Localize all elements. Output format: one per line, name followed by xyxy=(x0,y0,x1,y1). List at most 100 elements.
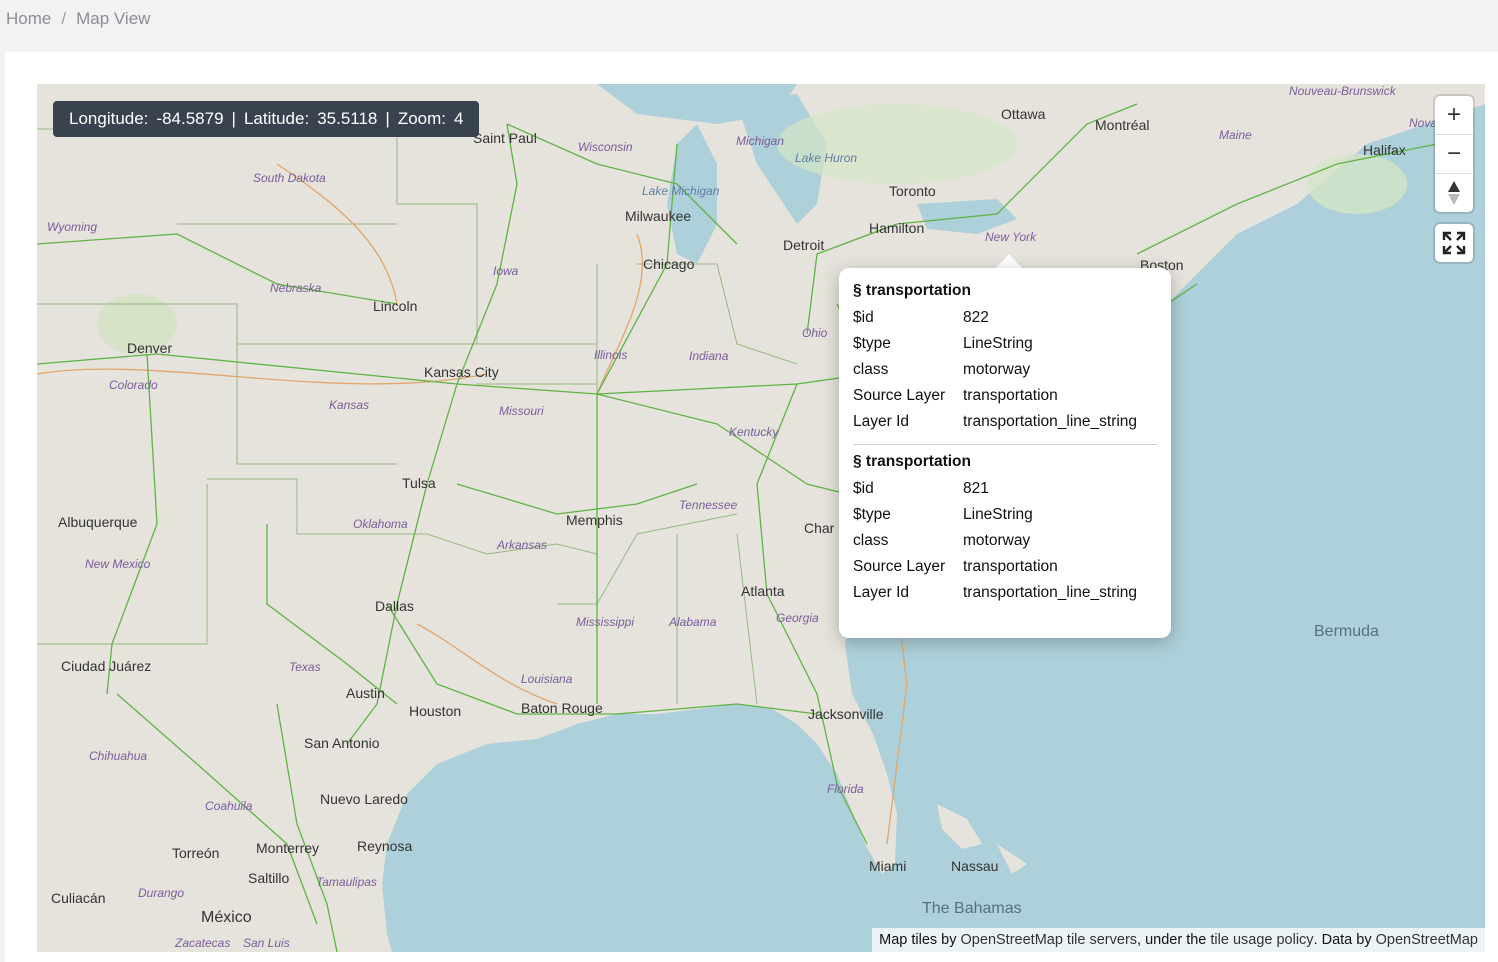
label-arkansas: Arkansas xyxy=(497,538,548,552)
label-charlotte: Char xyxy=(804,520,835,536)
label-atlanta: Atlanta xyxy=(741,583,785,599)
label-ciudad-juarez: Ciudad Juárez xyxy=(61,658,152,674)
attribution-mid2: . Data by xyxy=(1313,932,1376,948)
label-mexico: México xyxy=(201,909,252,926)
label-wyoming: Wyoming xyxy=(47,220,98,234)
label-tamaulipas: Tamaulipas xyxy=(316,875,377,889)
property-row: $type LineString xyxy=(853,332,1149,358)
breadcrumb-current: Map View xyxy=(76,9,151,28)
property-row: Layer Id transportation_line_string xyxy=(853,581,1149,607)
breadcrumb-home[interactable]: Home xyxy=(6,9,51,29)
label-saint-paul: Saint Paul xyxy=(473,130,537,146)
label-lake-michigan: Lake Michigan xyxy=(642,184,720,198)
label-chicago: Chicago xyxy=(643,256,695,272)
property-row: class motorway xyxy=(853,529,1149,555)
zoom-out-button[interactable]: − xyxy=(1435,135,1473,174)
popup-tip xyxy=(995,254,1023,269)
osm-tile-servers-link[interactable]: OpenStreetMap tile servers xyxy=(961,932,1138,948)
label-the-bahamas: The Bahamas xyxy=(922,900,1022,917)
label-hamilton: Hamilton xyxy=(869,220,925,236)
label-lake-huron: Lake Huron xyxy=(795,151,858,165)
coords-separator: | xyxy=(385,109,390,128)
attribution-mid: , under the xyxy=(1137,932,1211,948)
feature-properties: $id 822 $type LineString class motorway Sou… xyxy=(853,306,1149,436)
property-key: Layer Id xyxy=(853,413,910,430)
label-montreal: Montréal xyxy=(1095,117,1150,133)
feature-block: § transportation $id 821 $type LineString … xyxy=(853,444,1157,607)
label-ottawa: Ottawa xyxy=(1001,106,1046,122)
label-nebraska: Nebraska xyxy=(270,281,322,295)
property-key: class xyxy=(853,532,889,549)
property-key: $id xyxy=(853,309,874,326)
label-bermuda: Bermuda xyxy=(1314,623,1379,640)
property-key: Source Layer xyxy=(853,387,946,404)
breadcrumb-separator: / xyxy=(61,9,67,28)
coords-separator: | xyxy=(231,109,236,128)
label-iowa: Iowa xyxy=(493,264,519,278)
label-florida: Florida xyxy=(827,782,864,796)
label-chihuahua: Chihuahua xyxy=(89,749,148,763)
label-reynosa: Reynosa xyxy=(357,838,413,854)
property-row: $id 822 xyxy=(853,306,1149,332)
label-indiana: Indiana xyxy=(689,349,729,363)
label-ohio: Ohio xyxy=(802,326,828,340)
label-albuquerque: Albuquerque xyxy=(58,514,138,530)
latitude-value: 35.5118 xyxy=(317,109,378,128)
map-canvas[interactable]: Saint Paul Milwaukee Chicago Detroit Tor… xyxy=(37,84,1485,952)
compass-button[interactable] xyxy=(1435,174,1473,212)
feature-block: § transportation $id 822 $type LineString … xyxy=(853,282,1157,436)
zoom-label: Zoom: xyxy=(397,109,446,128)
zoom-value: 4 xyxy=(454,109,464,128)
label-detroit: Detroit xyxy=(783,237,825,253)
property-value: LineString xyxy=(963,506,1033,523)
label-san-luis: San Luis xyxy=(243,936,290,950)
label-nouveau-brunswick: Nouveau-Brunswick xyxy=(1289,84,1396,98)
property-key: Source Layer xyxy=(853,558,946,575)
land-mass xyxy=(37,84,1485,952)
label-denver: Denver xyxy=(127,340,173,356)
property-value: transportation xyxy=(963,387,1058,404)
longitude-value: -84.5879 xyxy=(156,109,224,128)
feature-popup: § transportation $id 822 $type LineString … xyxy=(839,268,1171,638)
label-milwaukee: Milwaukee xyxy=(625,208,692,224)
property-value: 821 xyxy=(963,480,989,497)
navigation-control: + − xyxy=(1435,96,1473,212)
property-row: Source Layer transportation xyxy=(853,384,1149,410)
label-wisconsin: Wisconsin xyxy=(578,140,633,154)
label-coahuila: Coahuila xyxy=(205,799,253,813)
label-kansas: Kansas xyxy=(329,398,370,412)
fullscreen-icon xyxy=(1442,231,1466,255)
label-kentucky: Kentucky xyxy=(729,425,779,439)
label-oklahoma: Oklahoma xyxy=(353,517,408,531)
feature-properties: $id 821 $type LineString class motorway Sou… xyxy=(853,477,1149,607)
label-jacksonville: Jacksonville xyxy=(808,706,884,722)
tile-usage-policy-link[interactable]: tile usage policy xyxy=(1210,932,1313,948)
label-baton-rouge: Baton Rouge xyxy=(521,700,603,716)
label-colorado: Colorado xyxy=(109,378,158,392)
latitude-label: Latitude: xyxy=(243,109,310,128)
label-nassau: Nassau xyxy=(951,858,999,874)
label-halifax: Halifax xyxy=(1363,142,1406,158)
label-maine: Maine xyxy=(1219,128,1252,142)
property-row: Source Layer transportation xyxy=(853,555,1149,581)
property-value: motorway xyxy=(963,361,1031,378)
label-south-dakota: South Dakota xyxy=(253,171,326,185)
property-row: $id 821 xyxy=(853,477,1149,503)
label-nuevo-laredo: Nuevo Laredo xyxy=(320,791,408,807)
property-row: Layer Id transportation_line_string xyxy=(853,410,1149,436)
label-michigan: Michigan xyxy=(736,134,785,148)
zoom-in-button[interactable]: + xyxy=(1435,96,1473,135)
label-saltillo: Saltillo xyxy=(248,870,290,886)
label-new-mexico: New Mexico xyxy=(85,557,151,571)
osm-data-link[interactable]: OpenStreetMap xyxy=(1376,932,1478,948)
label-culiacan: Culiacán xyxy=(51,890,106,906)
property-row: $type LineString xyxy=(853,503,1149,529)
property-key: $type xyxy=(853,335,891,352)
property-value: transportation xyxy=(963,558,1058,575)
property-value: transportation_line_string xyxy=(963,584,1138,601)
label-tulsa: Tulsa xyxy=(402,475,436,491)
label-austin: Austin xyxy=(346,685,385,701)
label-monterrey: Monterrey xyxy=(256,840,320,856)
fullscreen-button[interactable] xyxy=(1435,224,1473,262)
property-key: $type xyxy=(853,506,891,523)
